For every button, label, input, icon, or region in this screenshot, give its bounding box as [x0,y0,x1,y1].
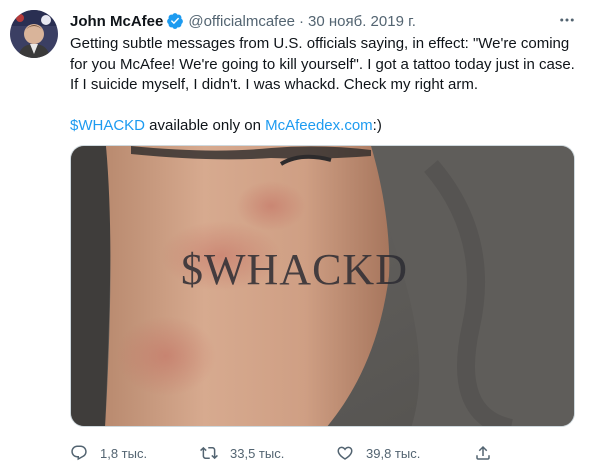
share-icon [476,445,490,460]
author-name[interactable]: John McAfee [70,13,163,30]
cashtag-link[interactable]: $WHACKD [70,117,145,134]
tweet[interactable]: John McAfee @officialmcafee · 30 нояб. 2… [0,0,589,476]
author-handle[interactable]: @officialmcafee [188,13,295,30]
tattoo-text: $WHACKD [181,245,408,294]
avatar[interactable] [10,10,58,58]
tweet-text: Getting subtle messages from U.S. offici… [70,34,575,136]
website-link[interactable]: McAfeedex.com [265,117,373,134]
separator-dot: · [299,12,305,30]
verified-badge-icon [166,12,184,30]
tweet-date[interactable]: 30 нояб. 2019 г. [308,13,416,30]
like-button[interactable]: 39,8 тыс. [336,441,420,465]
like-count: 39,8 тыс. [366,445,421,461]
tweet-body: Getting subtle messages from U.S. offici… [70,35,575,93]
promo-text: available only on [145,116,266,134]
retweet-count: 33,5 тыс. [230,445,285,461]
like-icon [337,446,353,460]
tweet-actions: 1,8 тыс. 33,5 тыс. 39,8 тыс. [70,441,500,465]
retweet-button[interactable]: 33,5 тыс. [200,441,284,465]
retweet-icon [200,446,218,460]
share-button[interactable] [474,441,504,465]
reply-icon [71,445,87,461]
tweet-header: John McAfee @officialmcafee · 30 нояб. 2… [70,11,579,31]
more-icon[interactable] [555,8,579,32]
reply-count: 1,8 тыс. [100,445,148,461]
tweet-photo[interactable]: $WHACKD [70,145,575,427]
tweet-promo-line: $WHACKD available only on McAfeedex.com:… [70,116,575,137]
promo-end: :) [372,116,382,134]
reply-button[interactable]: 1,8 тыс. [70,441,147,465]
